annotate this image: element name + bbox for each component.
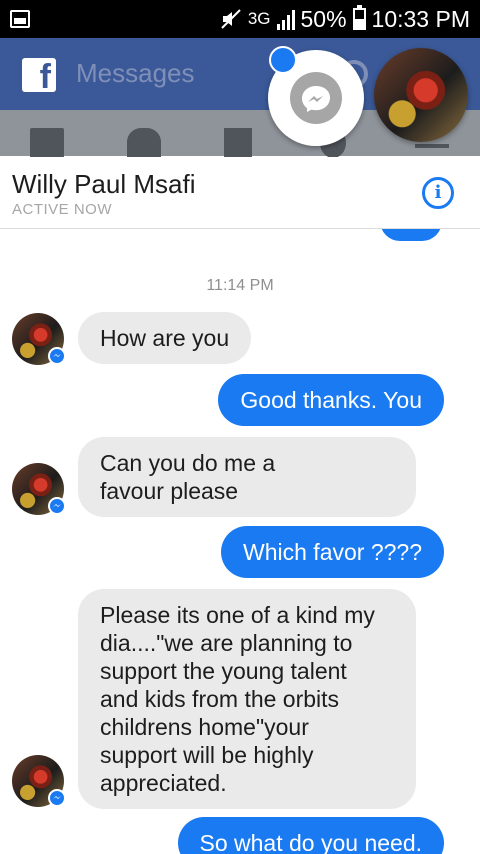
contact-name[interactable]: Willy Paul Msafi [12,169,195,200]
conversation-header: Willy Paul Msafi ACTIVE NOW i [0,157,480,229]
clock: 10:33 PM [371,5,470,32]
message-timestamp: 11:14 PM [206,277,274,294]
messenger-badge-icon [48,789,66,807]
conversation-panel: Willy Paul Msafi ACTIVE NOW i 11:14 PM H… [0,157,480,854]
status-bar: 3G 50% 10:33 PM [0,0,480,38]
mute-icon [220,8,242,30]
notification-dot [269,46,297,74]
messenger-badge-icon [48,497,66,515]
facebook-logo-icon: f [22,58,56,92]
contact-status: ACTIVE NOW [12,201,113,218]
contact-chathead-avatar[interactable] [374,48,468,142]
messages-icon[interactable] [224,128,252,158]
menu-icon[interactable] [415,144,449,148]
signal-icon [276,8,295,30]
outgoing-message[interactable]: So what do you need. [177,817,444,854]
friends-icon[interactable] [127,128,161,158]
incoming-message[interactable]: Can you do me a favour please [78,437,416,517]
info-icon[interactable]: i [422,177,454,209]
status-bar-right: 3G 50% 10:33 PM [220,5,470,33]
incoming-message[interactable]: How are you [78,312,252,364]
picture-icon [10,10,30,28]
outgoing-message[interactable]: Good thanks. You [218,374,444,426]
network-type: 3G [247,9,271,28]
outgoing-message[interactable]: Which favor ???? [221,526,444,578]
battery-icon [352,5,366,30]
app-title: Messages [76,58,195,88]
messenger-badge-icon [48,347,66,365]
incoming-message[interactable]: Please its one of a kind my dia...."we a… [78,589,416,809]
battery-percent: 50% [300,5,347,32]
messenger-icon [290,72,342,124]
news-feed-icon[interactable] [30,128,64,158]
